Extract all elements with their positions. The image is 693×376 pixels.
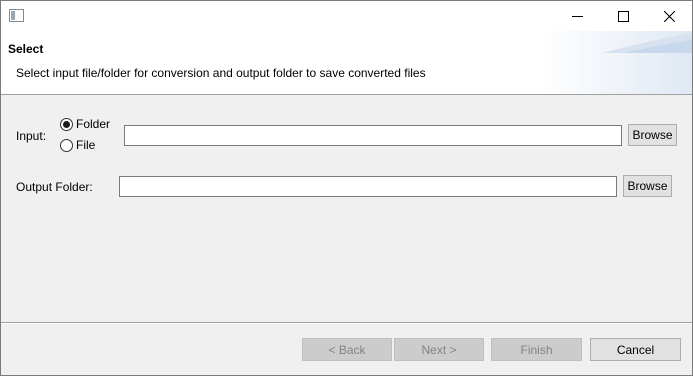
wizard-header: Select Select input file/folder for conv… [1,31,692,95]
title-bar [1,1,692,31]
output-folder-field[interactable] [119,176,617,197]
header-banner-graphic [602,33,692,53]
footer-divider-highlight [1,323,692,324]
maximize-button[interactable] [600,1,646,31]
page-description: Select input file/folder for conversion … [16,66,426,80]
close-icon [663,10,675,22]
page-title: Select [8,42,44,56]
maximize-icon [617,10,629,22]
radio-folder-label: Folder [76,117,111,131]
radio-folder-indicator[interactable] [60,117,73,131]
close-button[interactable] [646,1,692,31]
output-folder-label: Output Folder: [16,180,93,194]
input-browse-button[interactable]: Browse [628,124,677,146]
radio-file[interactable]: File [60,138,95,152]
input-label: Input: [16,129,47,143]
wizard-dialog: Select Select input file/folder for conv… [0,0,693,376]
radio-folder[interactable]: Folder [60,117,110,131]
app-icon [9,9,24,22]
input-path-field[interactable] [124,125,622,146]
cancel-button[interactable]: Cancel [590,338,681,361]
back-button[interactable]: < Back [302,338,392,361]
output-browse-button[interactable]: Browse [623,175,672,197]
finish-button[interactable]: Finish [491,338,582,361]
radio-file-indicator[interactable] [60,138,73,152]
minimize-button[interactable] [554,1,600,31]
next-button[interactable]: Next > [394,338,484,361]
minimize-icon [571,15,583,17]
radio-file-label: File [76,138,96,152]
